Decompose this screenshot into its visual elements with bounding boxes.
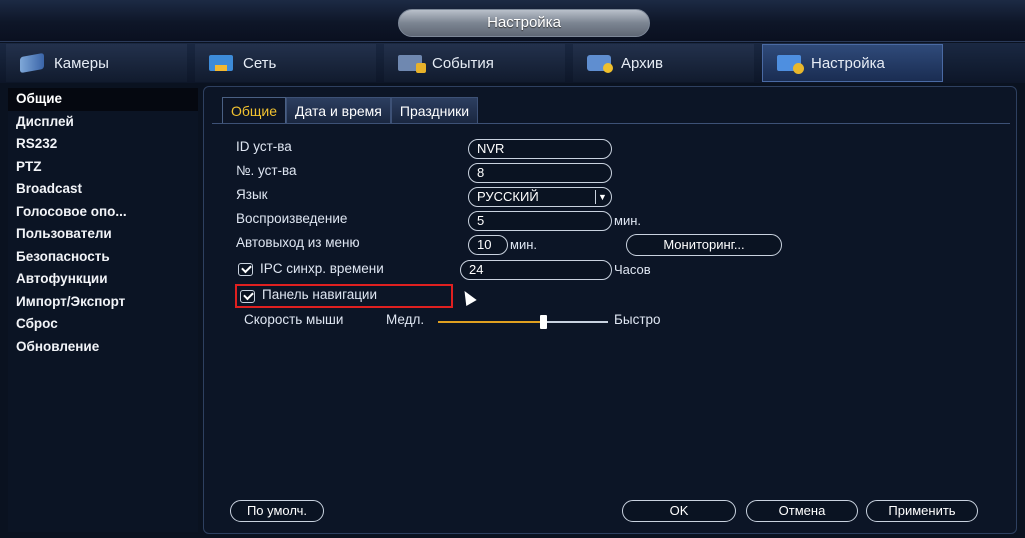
sidebar-item-users[interactable]: Пользователи [8, 223, 198, 246]
playback-field[interactable]: 5 [468, 211, 612, 231]
device-id-label: ID уст-ва [236, 139, 292, 154]
mouse-speed-label: Скорость мыши [244, 312, 344, 327]
sidebar-item-rs232[interactable]: RS232 [8, 133, 198, 156]
ipc-sync-label: IPC синхр. времени [260, 261, 384, 276]
apply-button[interactable]: Применить [866, 500, 978, 522]
subtabs: Общие Дата и время Праздники [222, 97, 479, 123]
tab-label: Архив [621, 54, 664, 72]
sidebar-item-import-export[interactable]: Импорт/Экспорт [8, 291, 198, 314]
sidebar-item-update[interactable]: Обновление [8, 336, 198, 359]
cancel-button[interactable]: Отмена [746, 500, 858, 522]
device-id-field[interactable]: NVR [468, 139, 612, 159]
nav-panel-label: Панель навигации [262, 287, 378, 302]
tab-cameras[interactable]: Камеры [6, 44, 187, 82]
nav-panel-checkbox[interactable] [240, 290, 255, 303]
settings-panel: Общие Дата и время Праздники ID уст-ва N… [203, 86, 1017, 534]
ipc-sync-checkbox[interactable] [238, 263, 253, 276]
tab-label: Настройка [811, 54, 885, 72]
mouse-cursor-icon [459, 287, 477, 307]
tab-label: События [432, 54, 494, 72]
ok-button[interactable]: OK [622, 500, 736, 522]
sidebar-item-security[interactable]: Безопасность [8, 246, 198, 269]
language-value: РУССКИЙ [477, 189, 539, 204]
tab-settings[interactable]: Настройка [762, 44, 943, 82]
settings-icon [777, 55, 804, 74]
mouse-speed-min-label: Медл. [386, 312, 425, 327]
tab-events[interactable]: События [384, 44, 565, 82]
sidebar-item-ptz[interactable]: PTZ [8, 156, 198, 179]
sidebar: Общие Дисплей RS232 PTZ Broadcast Голосо… [8, 88, 198, 532]
language-select[interactable]: РУССКИЙ ▼ [468, 187, 612, 207]
playback-label: Воспроизведение [236, 211, 348, 226]
top-nav: Камеры Сеть События Архив Настройка [0, 43, 1025, 83]
mouse-speed-max-label: Быстро [614, 312, 661, 327]
sidebar-item-voice[interactable]: Голосовое опо... [8, 201, 198, 224]
tab-archive[interactable]: Архив [573, 44, 754, 82]
chevron-down-icon[interactable]: ▼ [595, 190, 609, 204]
default-button[interactable]: По умолч. [230, 500, 324, 522]
sidebar-item-autofunctions[interactable]: Автофункции [8, 268, 198, 291]
title-bar: Настройка [0, 0, 1025, 42]
network-icon [209, 55, 233, 71]
auto-logout-field[interactable]: 10 [468, 235, 508, 255]
slider-handle[interactable] [540, 315, 547, 329]
slider-fill [438, 321, 543, 323]
monitoring-button[interactable]: Мониторинг... [626, 234, 782, 256]
slider-track [543, 321, 608, 323]
subtab-general[interactable]: Общие [222, 97, 287, 123]
ipc-sync-unit: Часов [614, 262, 651, 277]
sidebar-item-general[interactable]: Общие [8, 88, 198, 111]
tab-label: Сеть [243, 54, 277, 72]
device-no-label: №. уст-ва [236, 163, 297, 178]
subtab-datetime[interactable]: Дата и время [286, 97, 391, 123]
language-label: Язык [236, 187, 268, 202]
tab-network[interactable]: Сеть [195, 44, 376, 82]
auto-logout-label: Автовыход из меню [236, 235, 360, 250]
device-no-field[interactable]: 8 [468, 163, 612, 183]
auto-logout-unit: мин. [510, 237, 537, 252]
window-title: Настройка [398, 9, 650, 37]
ipc-sync-field[interactable]: 24 [460, 260, 612, 280]
archive-icon [587, 55, 613, 73]
tab-label: Камеры [54, 54, 109, 72]
subtab-divider [212, 123, 1010, 124]
events-icon [398, 55, 426, 73]
subtab-holidays[interactable]: Праздники [390, 97, 479, 123]
camera-icon [20, 52, 44, 74]
sidebar-item-broadcast[interactable]: Broadcast [8, 178, 198, 201]
sidebar-item-reset[interactable]: Сброс [8, 313, 198, 336]
sidebar-item-display[interactable]: Дисплей [8, 111, 198, 134]
playback-unit: мин. [614, 213, 641, 228]
